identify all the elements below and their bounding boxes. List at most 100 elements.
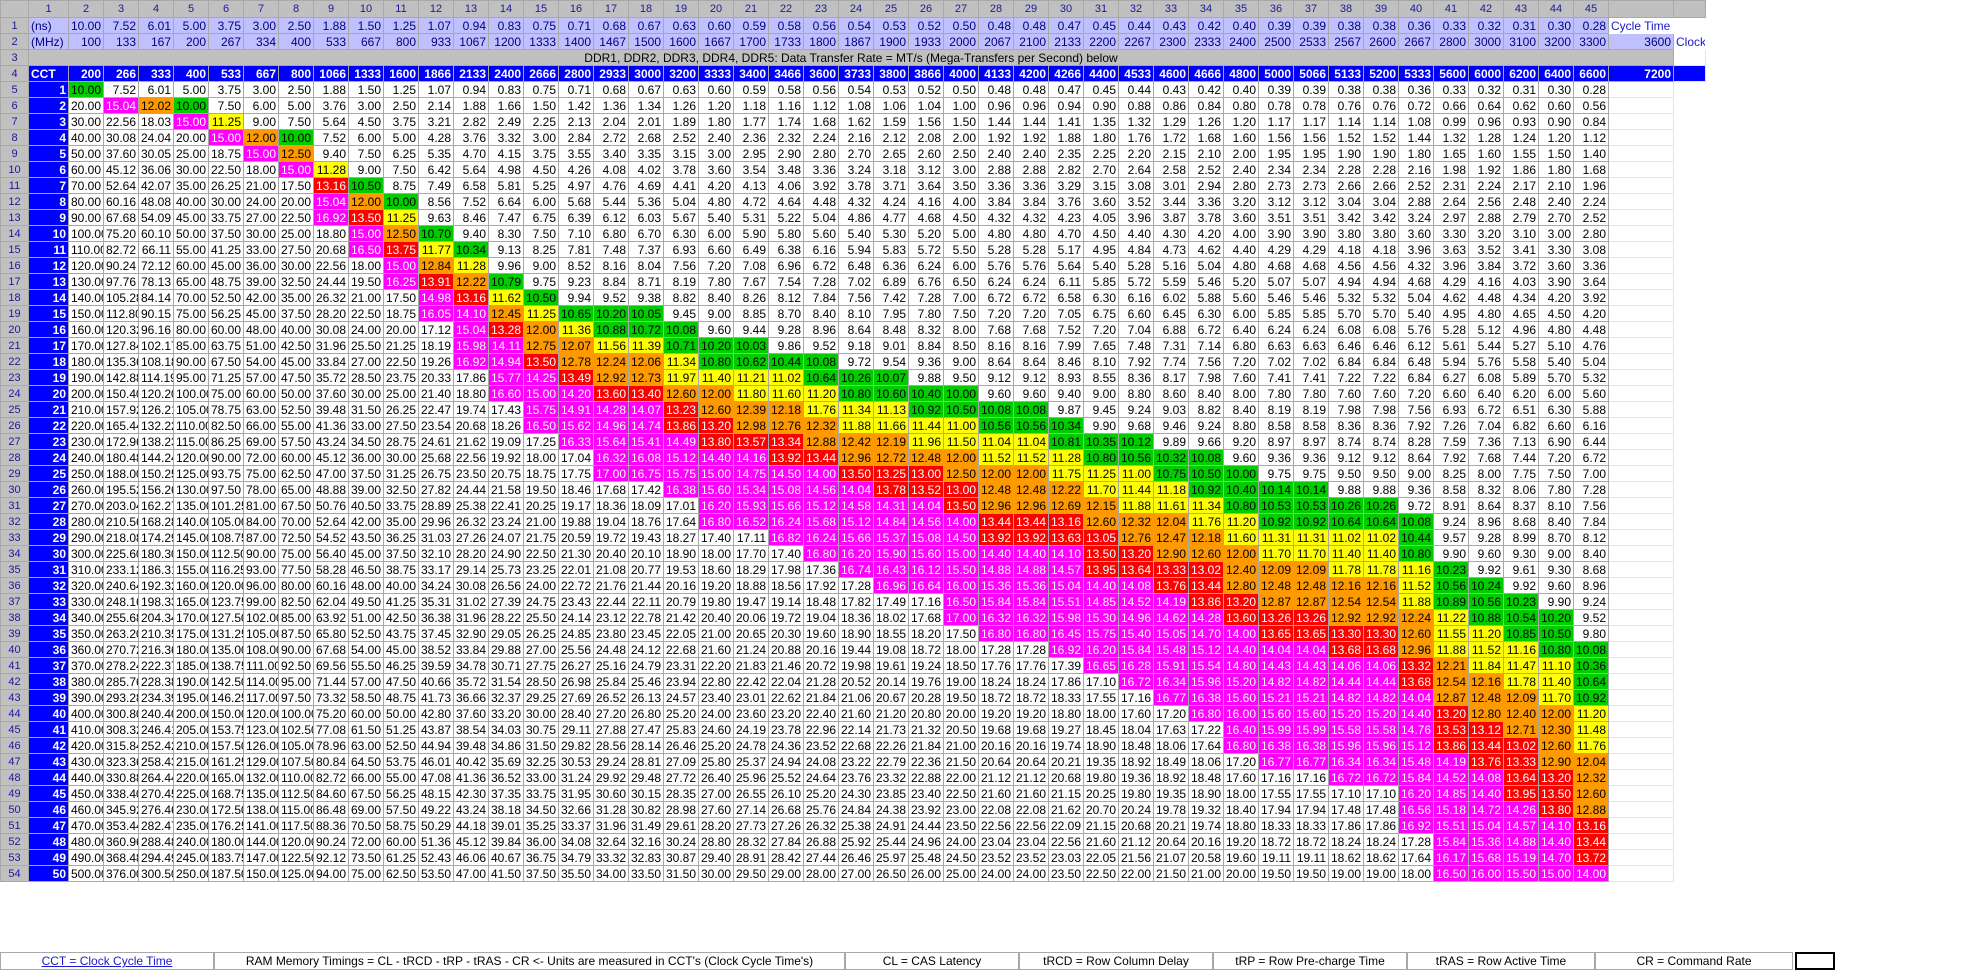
latency-cell[interactable]: 9.12	[1328, 449, 1364, 466]
latency-cell[interactable]: 8.10	[1083, 353, 1119, 370]
latency-cell[interactable]: 1.20	[1538, 129, 1574, 146]
latency-cell[interactable]: 1.16	[768, 97, 804, 114]
latency-cell[interactable]: 20.28	[908, 689, 944, 706]
latency-cell[interactable]: 17.70	[733, 545, 769, 562]
latency-cell[interactable]: 102.17	[138, 337, 174, 354]
latency-cell[interactable]: 6.84	[1363, 353, 1399, 370]
latency-cell[interactable]: 5.70	[1328, 305, 1364, 322]
latency-cell[interactable]: 63.75	[208, 337, 244, 354]
latency-cell[interactable]: 19.00	[1328, 865, 1364, 882]
latency-cell[interactable]: 19.20	[1223, 833, 1259, 850]
latency-cell[interactable]: 2.58	[1153, 161, 1189, 178]
latency-cell[interactable]: 4.05	[1083, 209, 1119, 226]
latency-cell[interactable]: 12.45	[488, 305, 524, 322]
row-header-17[interactable]: 17	[0, 273, 29, 290]
latency-cell[interactable]: 12.96	[1398, 641, 1434, 658]
blank-cell[interactable]	[1608, 225, 1674, 242]
latency-cell[interactable]: 19.60	[803, 625, 839, 642]
latency-cell[interactable]: 7.50	[523, 225, 559, 242]
latency-cell[interactable]: 16.34	[1363, 753, 1399, 770]
latency-cell[interactable]: 54.00	[348, 641, 384, 658]
latency-cell[interactable]: 9.24	[1433, 513, 1469, 530]
latency-cell[interactable]: 24.14	[558, 609, 594, 626]
latency-cell[interactable]: 18.80	[1223, 817, 1259, 834]
latency-cell[interactable]: 4.30	[1153, 225, 1189, 242]
latency-cell[interactable]: 3.52	[1468, 241, 1504, 258]
latency-cell[interactable]: 78.96	[313, 737, 349, 754]
latency-cell[interactable]: 30.24	[663, 833, 699, 850]
latency-cell[interactable]: 0.84	[1188, 97, 1224, 114]
latency-cell[interactable]: 17.82	[838, 593, 874, 610]
latency-cell[interactable]: 7.22	[1328, 369, 1364, 386]
latency-cell[interactable]: 20.68	[1048, 769, 1084, 786]
latency-cell[interactable]: 15.62	[558, 417, 594, 434]
latency-cell[interactable]: 18.40	[1223, 801, 1259, 818]
latency-cell[interactable]: 8.84	[593, 273, 629, 290]
latency-cell[interactable]: 10.00	[68, 81, 104, 98]
column-header-11[interactable]: 11	[383, 0, 419, 18]
latency-cell[interactable]: 19.53	[663, 561, 699, 578]
latency-cell[interactable]: 10.50	[1188, 465, 1224, 482]
latency-cell[interactable]: 25.44	[873, 833, 909, 850]
latency-cell[interactable]: 4.13	[733, 177, 769, 194]
latency-cell[interactable]: 25.80	[698, 753, 734, 770]
latency-cell[interactable]: 15.00	[243, 145, 279, 162]
latency-cell[interactable]: 55.00	[173, 241, 209, 258]
latency-cell[interactable]: 248.16	[103, 593, 139, 610]
latency-cell[interactable]: 13.12	[1468, 721, 1504, 738]
latency-cell[interactable]: 11.78	[1328, 561, 1364, 578]
latency-cell[interactable]: 1.50	[348, 81, 384, 98]
latency-cell[interactable]: 0.56	[1573, 97, 1609, 114]
latency-cell[interactable]: 15.50	[1503, 865, 1539, 882]
latency-cell[interactable]: 32.10	[418, 545, 454, 562]
latency-cell[interactable]: 48.88	[313, 481, 349, 498]
latency-cell[interactable]: 17.50	[278, 177, 314, 194]
latency-cell[interactable]: 19.88	[558, 513, 594, 530]
latency-cell[interactable]: 60.10	[138, 225, 174, 242]
latency-cell[interactable]: 370.00	[68, 657, 104, 674]
latency-cell[interactable]: 18.06	[1188, 753, 1224, 770]
latency-cell[interactable]: 19.98	[838, 657, 874, 674]
latency-cell[interactable]: 7.68	[1013, 321, 1049, 338]
latency-cell[interactable]: 12.60	[1573, 785, 1609, 802]
latency-cell[interactable]: 31.96	[453, 609, 489, 626]
latency-cell[interactable]: 37.45	[418, 625, 454, 642]
latency-cell[interactable]: 27.75	[523, 657, 559, 674]
blank-cell[interactable]	[1608, 481, 1674, 498]
latency-cell[interactable]: 2.40	[698, 129, 734, 146]
latency-cell[interactable]: 20.16	[1188, 833, 1224, 850]
latency-cell[interactable]: 15.60	[698, 481, 734, 498]
latency-cell[interactable]: 29.14	[453, 561, 489, 578]
latency-cell[interactable]: 4.70	[453, 145, 489, 162]
latency-cell[interactable]: 16.96	[873, 577, 909, 594]
latency-cell[interactable]: 7.92	[1433, 449, 1469, 466]
latency-cell[interactable]: 3.64	[908, 177, 944, 194]
latency-cell[interactable]: 282.47	[138, 817, 174, 834]
latency-cell[interactable]: 183.75	[208, 849, 244, 866]
column-header-15[interactable]: 15	[523, 0, 559, 18]
latency-cell[interactable]: 188.00	[103, 465, 139, 482]
latency-cell[interactable]: 42.00	[348, 513, 384, 530]
latency-cell[interactable]: 26.75	[418, 465, 454, 482]
latency-cell[interactable]: 31.96	[593, 817, 629, 834]
latency-cell[interactable]: 480.00	[68, 833, 104, 850]
latency-cell[interactable]: 12.60	[1083, 513, 1119, 530]
latency-cell[interactable]: 5.85	[1293, 305, 1329, 322]
latency-cell[interactable]: 18.55	[873, 625, 909, 642]
latency-cell[interactable]: 19.35	[1083, 753, 1119, 770]
latency-cell[interactable]: 11.02	[768, 369, 804, 386]
latency-cell[interactable]: 5.64	[453, 161, 489, 178]
latency-cell[interactable]: 28.80	[698, 833, 734, 850]
column-header-31[interactable]: 31	[1083, 0, 1119, 18]
latency-cell[interactable]: 7.81	[558, 241, 594, 258]
row-header-52[interactable]: 52	[0, 833, 29, 850]
latency-cell[interactable]: 20.14	[873, 673, 909, 690]
latency-cell[interactable]: 3.44	[1153, 193, 1189, 210]
latency-cell[interactable]: 6.30	[1188, 305, 1224, 322]
latency-cell[interactable]: 150.00	[243, 865, 279, 882]
latency-cell[interactable]: 29.24	[593, 753, 629, 770]
latency-cell[interactable]: 16.50	[523, 417, 559, 434]
latency-cell[interactable]: 23.60	[733, 705, 769, 722]
latency-cell[interactable]: 16.20	[1083, 641, 1119, 658]
latency-cell[interactable]: 8.55	[1083, 369, 1119, 386]
